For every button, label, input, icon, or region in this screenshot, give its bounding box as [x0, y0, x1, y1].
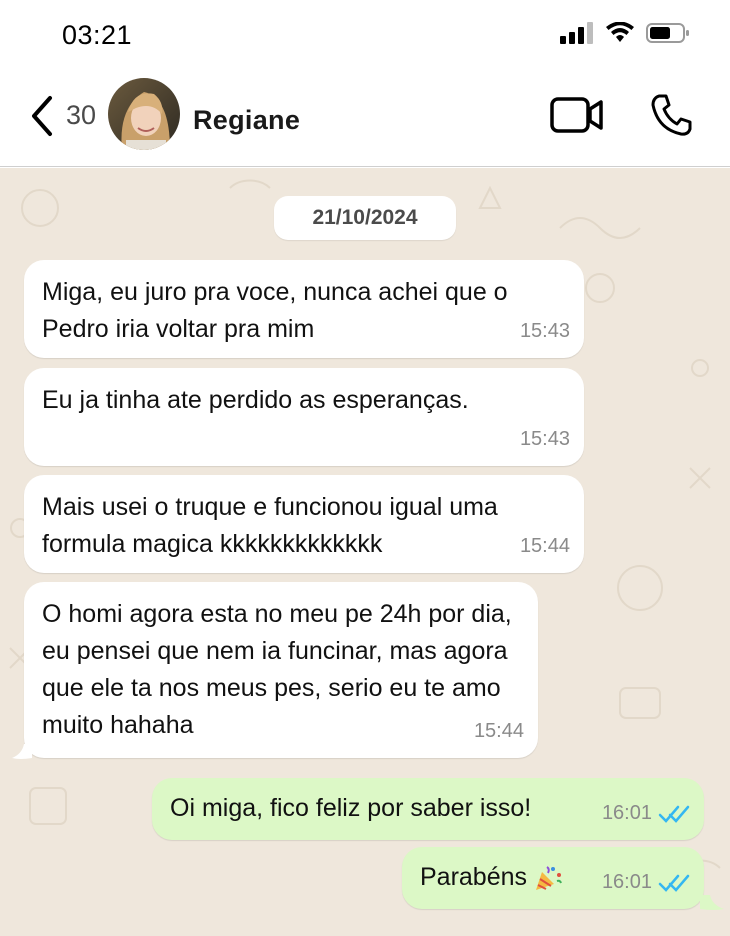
status-bar: 03:21: [0, 0, 730, 70]
incoming-message[interactable]: O homi agora esta no meu pe 24h por dia,…: [24, 582, 538, 758]
chat-area[interactable]: 21/10/2024 Miga, eu juro pra voce, nunca…: [0, 168, 730, 936]
outgoing-message[interactable]: Parabéns 16:01: [402, 847, 704, 909]
message-time: 15:43: [519, 320, 570, 342]
video-call-icon[interactable]: [550, 95, 604, 135]
message-text: Eu ja tinha ate perdido as esperanças.: [42, 386, 469, 414]
incoming-message[interactable]: Mais usei o truque e funcionou igual uma…: [24, 475, 584, 573]
bubble-tail: [12, 744, 32, 759]
message-time: 15:43: [519, 428, 570, 450]
battery-icon: [646, 23, 689, 43]
chat-header: 30 Regiane: [0, 70, 730, 167]
cellular-signal-icon: [560, 22, 593, 44]
date-separator: 21/10/2024: [274, 196, 456, 240]
status-icons: [560, 22, 690, 44]
message-text: O homi agora esta no meu pe 24h por dia,…: [42, 600, 512, 739]
message-time: 16:01: [601, 871, 652, 893]
contact-name[interactable]: Regiane: [193, 105, 300, 136]
message-time: 15:44: [473, 720, 524, 742]
party-popper-icon: [536, 865, 562, 890]
incoming-message[interactable]: Miga, eu juro pra voce, nunca achei que …: [24, 260, 584, 358]
outgoing-message[interactable]: Oi miga, fico feliz por saber isso! 16:0…: [152, 778, 704, 840]
bubble-tail: [700, 895, 724, 910]
status-time: 03:21: [62, 20, 133, 50]
wifi-icon: [606, 22, 634, 42]
message-time: 16:01: [601, 802, 652, 824]
incoming-message[interactable]: Eu ja tinha ate perdido as esperanças. 1…: [24, 368, 584, 466]
unread-count[interactable]: 30: [66, 100, 96, 131]
message-time: 15:44: [519, 535, 570, 557]
contact-avatar[interactable]: [108, 78, 180, 150]
chevron-left-icon[interactable]: [28, 94, 56, 138]
message-text: Parabéns: [420, 863, 528, 891]
message-text: Mais usei o truque e funcionou igual uma…: [42, 493, 498, 558]
message-text: Miga, eu juro pra voce, nunca achei que …: [42, 278, 508, 343]
phone-call-icon[interactable]: [650, 93, 692, 137]
read-receipt-icon: [658, 805, 690, 823]
read-receipt-icon: [658, 874, 690, 892]
